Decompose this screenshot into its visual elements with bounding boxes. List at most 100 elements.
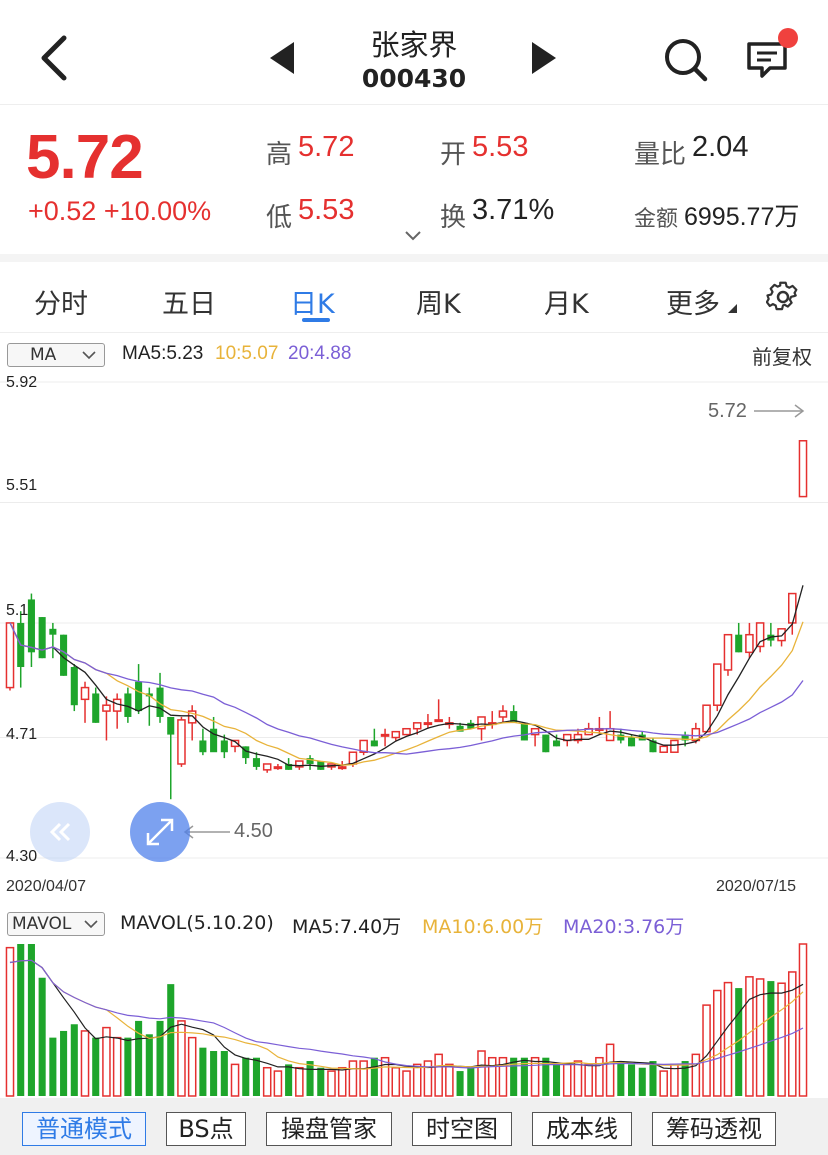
candle-body bbox=[27, 599, 35, 653]
volume-bar bbox=[70, 1024, 78, 1096]
candle-body bbox=[755, 622, 765, 648]
tab-more[interactable]: 更多 bbox=[666, 282, 720, 321]
candle-body bbox=[102, 704, 111, 712]
volume-bar bbox=[210, 1051, 218, 1096]
chevron-down-icon bbox=[84, 920, 98, 929]
volume-indicator-value: MAVOL bbox=[12, 914, 72, 934]
candle-body bbox=[49, 628, 57, 635]
mode-normal-button[interactable]: 普通模式 bbox=[22, 1112, 146, 1146]
mavol-title: MAVOL(5.10.20) bbox=[120, 912, 274, 934]
volume-bar bbox=[562, 1063, 572, 1097]
volume-bar bbox=[295, 1066, 304, 1097]
candlestick-chart[interactable] bbox=[0, 370, 828, 870]
price-label: 5.51 bbox=[6, 477, 38, 494]
candle-body bbox=[370, 740, 378, 747]
candle-body bbox=[712, 663, 722, 706]
volume-bar bbox=[199, 1047, 207, 1096]
bs-points-button[interactable]: BS点 bbox=[166, 1112, 246, 1146]
volume-bar bbox=[767, 981, 775, 1096]
expand-chevron-icon[interactable] bbox=[404, 230, 422, 242]
max-price-marker: 5.72 bbox=[708, 400, 747, 422]
chip-distribution-button[interactable]: 筹码透视 bbox=[652, 1112, 776, 1146]
section-gap bbox=[0, 254, 828, 262]
notification-dot bbox=[778, 28, 798, 48]
trading-butler-button[interactable]: 操盘管家 bbox=[266, 1112, 392, 1146]
candle-body bbox=[391, 730, 401, 739]
price-label: 5.1 bbox=[6, 602, 29, 619]
current-price: 5.72 bbox=[26, 123, 144, 192]
volume-bar bbox=[102, 1026, 111, 1097]
volume-bar bbox=[659, 1070, 668, 1097]
candle-body bbox=[177, 719, 186, 765]
stock-code: 000430 bbox=[361, 64, 467, 93]
volume-ratio-label: 量比 bbox=[634, 140, 687, 170]
price-change: +0.52 +10.00% bbox=[28, 196, 212, 226]
candle-body bbox=[220, 740, 228, 753]
scroll-left-button[interactable] bbox=[30, 802, 90, 862]
active-tab-indicator bbox=[302, 318, 330, 322]
volume-bar bbox=[510, 1057, 518, 1096]
volume-bar bbox=[327, 1070, 336, 1097]
chevron-down-icon bbox=[82, 351, 96, 360]
previous-stock-button[interactable] bbox=[270, 42, 294, 74]
divider bbox=[0, 332, 828, 333]
volume-bar bbox=[242, 1057, 250, 1096]
volume-bar bbox=[273, 1070, 283, 1097]
next-stock-button[interactable] bbox=[532, 42, 556, 74]
candle-body bbox=[723, 633, 733, 671]
indicator-select[interactable]: MA bbox=[7, 343, 105, 367]
cost-line-button[interactable]: 成本线 bbox=[532, 1112, 632, 1146]
candle-body bbox=[38, 617, 46, 659]
candle-body bbox=[273, 766, 283, 770]
indicator-select-value: MA bbox=[30, 345, 57, 365]
volume-indicator-select[interactable]: MAVOL bbox=[7, 912, 105, 936]
search-icon[interactable] bbox=[662, 36, 708, 82]
candle-body bbox=[252, 758, 261, 767]
volume-bar bbox=[187, 1036, 197, 1097]
ma20-value: 20:4.88 bbox=[288, 343, 352, 364]
volume-bar bbox=[477, 1050, 486, 1097]
volume-bar bbox=[285, 1064, 293, 1096]
volume-bar bbox=[27, 944, 35, 1096]
time-space-chart-button[interactable]: 时空图 bbox=[412, 1112, 512, 1146]
expand-icon bbox=[146, 818, 174, 846]
tab-five-day[interactable]: 五日 bbox=[162, 282, 216, 321]
candle-body bbox=[5, 622, 15, 689]
volume-bar bbox=[584, 1063, 593, 1097]
tab-daily-k[interactable]: 日K bbox=[290, 282, 335, 321]
amount-value: 6995.77万 bbox=[684, 203, 800, 231]
end-date: 2020/07/15 bbox=[716, 878, 797, 895]
right-arrow-icon bbox=[754, 404, 805, 418]
volume-bar bbox=[456, 1071, 464, 1096]
volume-bar bbox=[49, 1037, 57, 1096]
tab-monthly-k[interactable]: 月K bbox=[544, 282, 589, 321]
candle-body bbox=[70, 667, 78, 706]
volume-bar bbox=[723, 981, 733, 1097]
volume-chart[interactable] bbox=[0, 940, 828, 1098]
gear-icon[interactable] bbox=[766, 280, 800, 314]
candle-body bbox=[745, 633, 754, 654]
volume-bar bbox=[370, 1057, 378, 1096]
back-arrow-icon[interactable] bbox=[30, 30, 80, 86]
candle-body bbox=[167, 716, 175, 735]
volume-bar bbox=[798, 943, 808, 1097]
volume-bar bbox=[402, 1070, 411, 1097]
open-value: 5.53 bbox=[472, 131, 529, 163]
more-dropdown-icon bbox=[728, 304, 737, 313]
fullscreen-button[interactable] bbox=[130, 802, 190, 862]
min-price-marker: 4.50 bbox=[234, 820, 273, 842]
candle-body bbox=[412, 722, 422, 730]
volume-bar bbox=[124, 1037, 132, 1096]
tab-timeshare[interactable]: 分时 bbox=[34, 282, 88, 321]
candle-body bbox=[434, 719, 443, 723]
volume-bar bbox=[638, 1067, 646, 1096]
candle-body bbox=[542, 734, 550, 753]
volume-bar bbox=[348, 1060, 358, 1097]
candle-body bbox=[787, 592, 797, 624]
volume-bar bbox=[60, 1030, 68, 1096]
stock-name: 张家界 bbox=[370, 28, 458, 62]
turnover-value: 3.71% bbox=[472, 194, 555, 226]
tab-weekly-k[interactable]: 周K bbox=[416, 282, 461, 321]
adjust-mode[interactable]: 前复权 bbox=[752, 341, 812, 370]
candle-body bbox=[80, 686, 90, 701]
